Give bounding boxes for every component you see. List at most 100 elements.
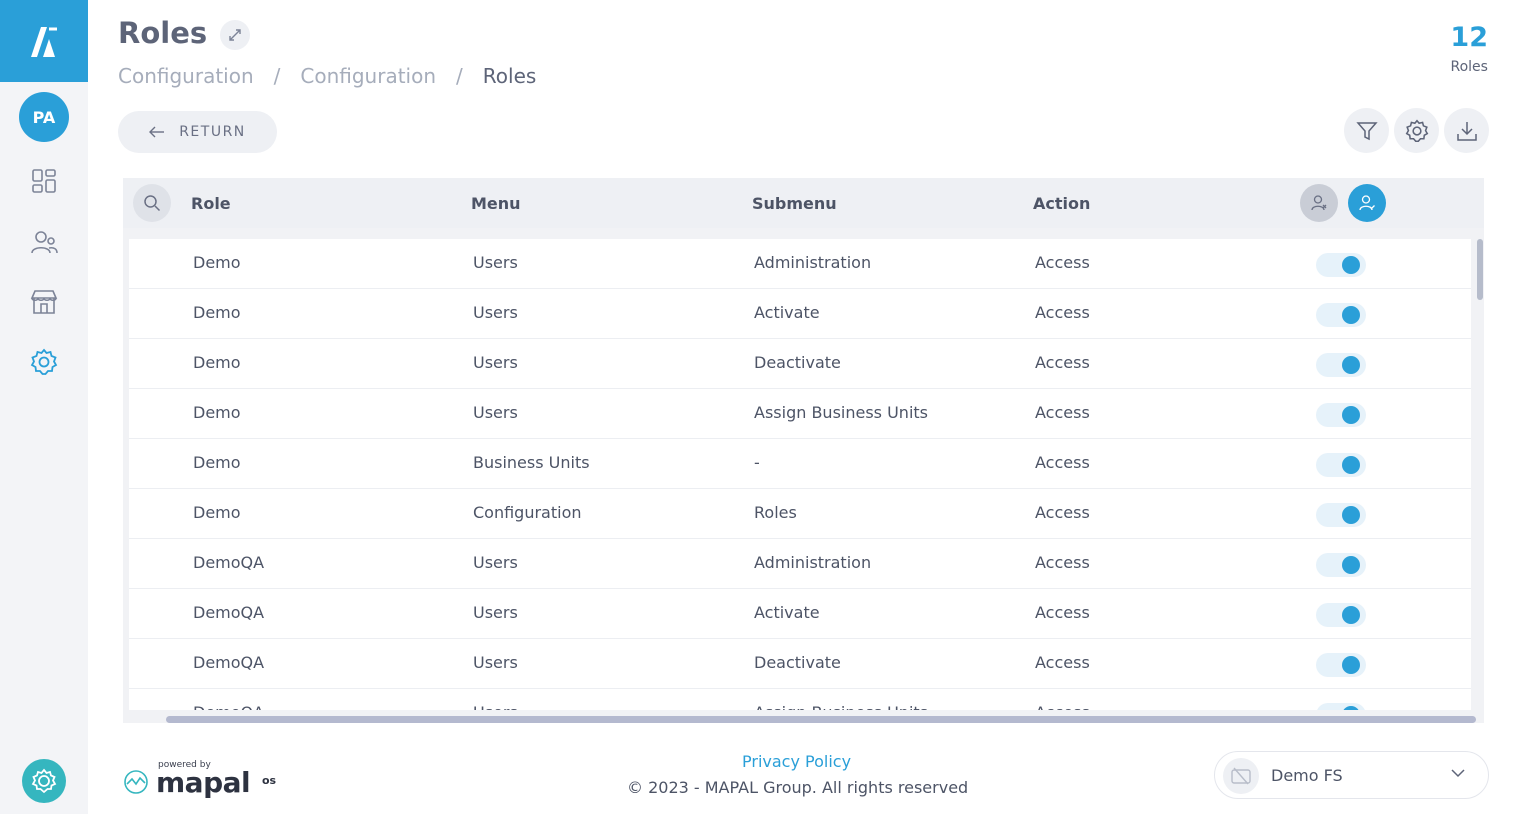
cell-role: Demo bbox=[193, 403, 241, 422]
brand-name: mapal bbox=[156, 766, 251, 799]
cell-role: Demo bbox=[193, 253, 241, 272]
permission-toggle[interactable] bbox=[1316, 253, 1366, 277]
sidebar-item-stores[interactable] bbox=[28, 286, 60, 318]
cell-role: DemoQA bbox=[193, 703, 264, 710]
toggle-knob bbox=[1342, 606, 1360, 624]
permission-toggle[interactable] bbox=[1316, 353, 1366, 377]
cell-submenu: Assign Business Units bbox=[754, 403, 928, 422]
cell-role: Demo bbox=[193, 503, 241, 522]
table-row[interactable]: DemoQA Users Administration Access bbox=[129, 539, 1471, 589]
permission-toggle[interactable] bbox=[1316, 403, 1366, 427]
table-row[interactable]: DemoQA Users Deactivate Access bbox=[129, 639, 1471, 689]
download-icon bbox=[1456, 121, 1477, 141]
download-button[interactable] bbox=[1444, 108, 1489, 153]
cell-action: Access bbox=[1035, 703, 1090, 710]
cell-action: Access bbox=[1035, 253, 1090, 272]
sidebar: PA bbox=[0, 0, 88, 814]
cell-submenu: Administration bbox=[754, 553, 872, 572]
cell-submenu: - bbox=[754, 453, 760, 472]
roles-count: 12 Roles bbox=[1450, 22, 1488, 75]
table-row[interactable]: Demo Configuration Roles Access bbox=[129, 489, 1471, 539]
expand-button[interactable] bbox=[220, 20, 250, 50]
cell-menu: Users bbox=[473, 603, 518, 622]
table-row[interactable]: Demo Users Administration Access bbox=[129, 239, 1471, 289]
permission-toggle[interactable] bbox=[1316, 703, 1366, 710]
cell-menu: Business Units bbox=[473, 453, 590, 472]
column-header-action[interactable]: Action bbox=[1033, 194, 1090, 213]
return-label: RETURN bbox=[179, 124, 246, 140]
cell-action: Access bbox=[1035, 653, 1090, 672]
table-header: Role Menu Submenu Action bbox=[123, 178, 1484, 228]
help-button[interactable] bbox=[22, 759, 66, 803]
cell-submenu: Administration bbox=[754, 253, 872, 272]
breadcrumb-item-roles: Roles bbox=[482, 64, 537, 88]
user-avatar[interactable]: PA bbox=[19, 92, 69, 142]
permission-toggle[interactable] bbox=[1316, 453, 1366, 477]
cell-action: Access bbox=[1035, 553, 1090, 572]
sidebar-item-settings[interactable] bbox=[28, 346, 60, 378]
page-title: Roles bbox=[118, 16, 208, 50]
company-name: Demo FS bbox=[1271, 766, 1343, 785]
return-button[interactable]: RETURN bbox=[118, 111, 277, 153]
column-header-submenu[interactable]: Submenu bbox=[752, 194, 837, 213]
disable-all-button[interactable] bbox=[1300, 184, 1338, 222]
permission-toggle[interactable] bbox=[1316, 653, 1366, 677]
toggle-knob bbox=[1342, 456, 1360, 474]
filter-icon bbox=[1355, 121, 1378, 140]
app-logo[interactable] bbox=[0, 0, 88, 82]
sidebar-item-users[interactable] bbox=[28, 226, 60, 258]
arrow-left-icon bbox=[149, 126, 165, 138]
cell-menu: Configuration bbox=[473, 503, 582, 522]
breadcrumb-item-configuration-sub[interactable]: Configuration bbox=[300, 64, 436, 88]
sidebar-item-dashboard[interactable] bbox=[28, 165, 60, 197]
cell-role: Demo bbox=[193, 353, 241, 372]
store-icon bbox=[30, 290, 58, 314]
horizontal-scrollbar[interactable] bbox=[166, 716, 1476, 723]
cell-menu: Users bbox=[473, 553, 518, 572]
cell-action: Access bbox=[1035, 303, 1090, 322]
breadcrumb-separator: / bbox=[456, 64, 463, 88]
breadcrumb-separator: / bbox=[273, 64, 281, 88]
user-remove-icon bbox=[1311, 195, 1327, 211]
table-row[interactable]: Demo Users Deactivate Access bbox=[129, 339, 1471, 389]
filter-button[interactable] bbox=[1344, 108, 1389, 153]
settings-button[interactable] bbox=[1394, 108, 1439, 153]
privacy-policy-link[interactable]: Privacy Policy bbox=[742, 752, 851, 771]
permission-toggle[interactable] bbox=[1316, 503, 1366, 527]
no-image-icon bbox=[1231, 767, 1251, 785]
cell-submenu: Activate bbox=[754, 603, 820, 622]
toggle-knob bbox=[1342, 256, 1360, 274]
cell-role: DemoQA bbox=[193, 653, 265, 672]
breadcrumb-item-configuration[interactable]: Configuration bbox=[118, 64, 254, 88]
powered-by-logo: powered by mapal os bbox=[122, 760, 282, 800]
column-header-role[interactable]: Role bbox=[191, 194, 231, 213]
table-row[interactable]: Demo Users Assign Business Units Access bbox=[129, 389, 1471, 439]
gear-icon bbox=[1405, 119, 1428, 142]
cell-action: Access bbox=[1035, 403, 1090, 422]
enable-all-button[interactable] bbox=[1348, 184, 1386, 222]
cell-action: Access bbox=[1035, 353, 1090, 372]
user-check-icon bbox=[1359, 195, 1375, 211]
column-header-menu[interactable]: Menu bbox=[471, 194, 521, 213]
table-body: Demo Users Administration Access Demo Users Ac… bbox=[129, 239, 1471, 710]
cell-menu: Users bbox=[473, 403, 518, 422]
cell-role: Demo bbox=[193, 453, 241, 472]
breadcrumb: Configuration / Configuration / Roles bbox=[118, 64, 536, 88]
cell-menu: Users bbox=[473, 353, 518, 372]
cell-submenu: Deactivate bbox=[754, 353, 841, 372]
vertical-scrollbar[interactable] bbox=[1477, 239, 1483, 300]
permission-toggle[interactable] bbox=[1316, 303, 1366, 327]
cell-role: DemoQA bbox=[193, 553, 265, 572]
cell-submenu: Roles bbox=[754, 503, 797, 522]
table-row[interactable]: Demo Users Activate Access bbox=[129, 289, 1471, 339]
permission-toggle[interactable] bbox=[1316, 603, 1366, 627]
roles-table: Role Menu Submenu Action Demo Users Admini… bbox=[123, 178, 1484, 723]
company-selector[interactable]: Demo FS bbox=[1214, 751, 1489, 799]
table-row[interactable]: DemoQA Users Activate Access bbox=[129, 589, 1471, 639]
permission-toggle[interactable] bbox=[1316, 553, 1366, 577]
settings-icon bbox=[30, 348, 58, 375]
table-row[interactable]: DemoQA Users Assign Business Units Access bbox=[129, 689, 1471, 710]
table-search-button[interactable] bbox=[133, 184, 171, 222]
table-row[interactable]: Demo Business Units - Access bbox=[129, 439, 1471, 489]
roles-count-label: Roles bbox=[1450, 59, 1488, 75]
